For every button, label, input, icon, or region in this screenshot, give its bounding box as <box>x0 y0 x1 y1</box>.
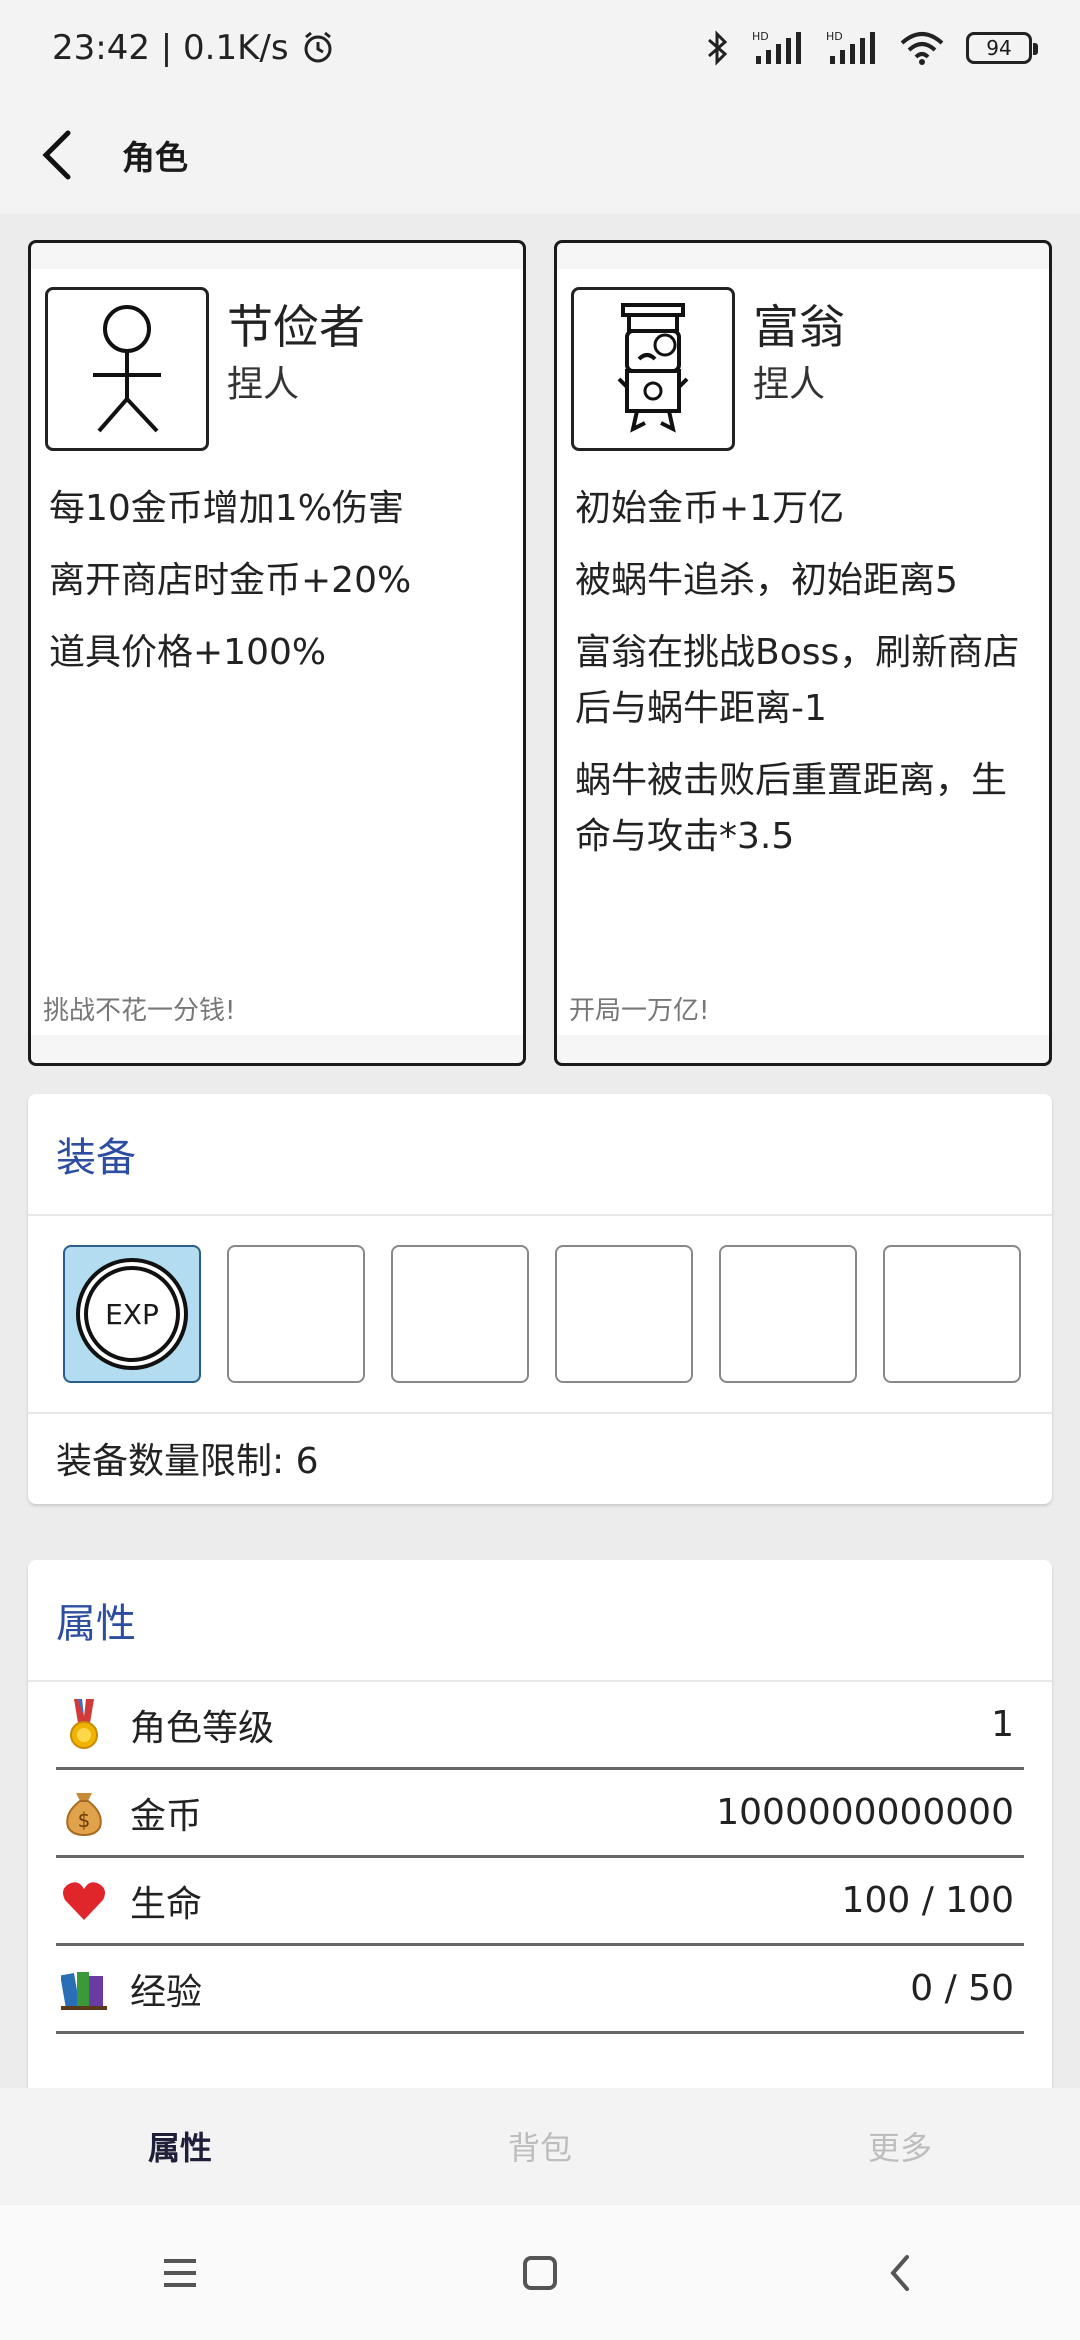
effect-line: 每10金币增加1%伤害 <box>49 488 404 529</box>
stick-figure-icon <box>45 287 209 451</box>
character-type: 捏人 <box>753 364 826 405</box>
equipment-slot[interactable] <box>883 1245 1021 1383</box>
books-icon <box>56 1961 112 2017</box>
character-card-rich[interactable]: 富翁 捏人 初始金币+1万亿 被蜗牛追杀，初始距离5 富翁在挑战Boss，刷新商… <box>554 240 1052 1066</box>
nav-back-button[interactable] <box>840 2233 960 2313</box>
app-bar: 角色 <box>0 96 1080 214</box>
status-bar: 23:42 | 0.1K/s HD HD 94 <box>0 0 1080 96</box>
square-icon <box>523 2255 557 2290</box>
character-type: 捏人 <box>227 364 300 405</box>
signal-icon-2: HD <box>826 30 878 66</box>
equipment-slot[interactable] <box>227 1245 365 1383</box>
equipment-limit: 装备数量限制: 6 <box>56 1441 319 1482</box>
exp-coin-icon: EXP <box>76 1258 188 1370</box>
character-effects: 初始金币+1万亿 被蜗牛追杀，初始距离5 富翁在挑战Boss，刷新商店后与蜗牛距… <box>575 481 1035 881</box>
attribute-label: 角色等级 <box>130 1707 275 1749</box>
character-quote: 挑战不花一分钱! <box>43 996 236 1026</box>
heart-icon <box>56 1873 112 1929</box>
svg-text:HD: HD <box>826 30 843 43</box>
effect-line: 离开商店时金币+20% <box>49 560 412 601</box>
equipment-slot[interactable] <box>391 1245 529 1383</box>
svg-text:$: $ <box>78 1808 91 1832</box>
equipment-slots: EXP <box>28 1216 1052 1414</box>
effect-line: 道具价格+100% <box>49 632 327 673</box>
equipment-title: 装备 <box>28 1094 1052 1216</box>
bottom-tab-bar: 属性 背包 更多 <box>0 2088 1080 2204</box>
battery-level: 94 <box>986 36 1012 60</box>
effect-line: 初始金币+1万亿 <box>575 488 845 529</box>
exp-label: EXP <box>105 1297 159 1331</box>
attributes-list: 角色等级 1 $ 金币 1000000000000 生命 100 / 100 经… <box>28 1682 1052 2034</box>
attribute-row-gold: $ 金币 1000000000000 <box>56 1770 1024 1858</box>
menu-button[interactable] <box>120 2233 240 2313</box>
effect-line: 蜗牛被击败后重置距离，生命与攻击*3.5 <box>575 760 1008 857</box>
character-name: 富翁 <box>753 300 845 354</box>
character-name: 节俭者 <box>227 300 365 354</box>
character-cards: 节俭者 捏人 每10金币增加1%伤害 离开商店时金币+20% 道具价格+100%… <box>28 240 1052 1066</box>
page-title: 角色 <box>122 138 188 177</box>
attributes-panel: 属性 角色等级 1 $ 金币 1000000000000 生命 100 / 10… <box>28 1560 1052 2088</box>
character-quote: 开局一万亿! <box>569 996 710 1026</box>
character-card-frugal[interactable]: 节俭者 捏人 每10金币增加1%伤害 离开商店时金币+20% 道具价格+100%… <box>28 240 526 1066</box>
alarm-icon <box>301 31 335 65</box>
back-button[interactable] <box>38 125 88 185</box>
equipment-slot[interactable] <box>719 1245 857 1383</box>
attribute-row-exp: 经验 0 / 50 <box>56 1946 1024 2034</box>
signal-icon-1: HD <box>752 30 804 66</box>
effect-line: 被蜗牛追杀，初始距离5 <box>575 560 958 601</box>
tab-attributes[interactable]: 属性 <box>0 2088 360 2204</box>
status-time: 23:42 | 0.1K/s <box>52 28 289 68</box>
attribute-value: 1 <box>991 1704 1014 1745</box>
attribute-label: 金币 <box>130 1795 203 1837</box>
equipment-panel: 装备 EXP 装备数量限制: 6 <box>28 1094 1052 1504</box>
tab-more[interactable]: 更多 <box>720 2088 1080 2204</box>
content-area[interactable]: 节俭者 捏人 每10金币增加1%伤害 离开商店时金币+20% 道具价格+100%… <box>0 214 1080 2088</box>
tab-backpack[interactable]: 背包 <box>360 2088 720 2204</box>
equipment-slot[interactable]: EXP <box>63 1245 201 1383</box>
battery-icon: 94 <box>966 32 1038 64</box>
attributes-title: 属性 <box>28 1560 1052 1682</box>
medal-icon <box>56 1697 112 1753</box>
bluetooth-icon <box>706 30 730 66</box>
attribute-label: 经验 <box>130 1971 203 2013</box>
effect-line: 富翁在挑战Boss，刷新商店后与蜗牛距离-1 <box>575 632 1020 729</box>
rich-man-icon <box>571 287 735 451</box>
attribute-value: 0 / 50 <box>910 1968 1014 2009</box>
attribute-value: 1000000000000 <box>716 1792 1014 1833</box>
equipment-slot[interactable] <box>555 1245 693 1383</box>
back-arrow-icon <box>890 2254 909 2291</box>
wifi-icon <box>900 31 944 65</box>
attribute-label: 生命 <box>130 1883 203 1925</box>
svg-text:HD: HD <box>752 30 769 43</box>
attribute-row-level: 角色等级 1 <box>56 1682 1024 1770</box>
attribute-row-health: 生命 100 / 100 <box>56 1858 1024 1946</box>
system-nav-bar <box>0 2204 1080 2340</box>
money-bag-icon: $ <box>56 1785 112 1841</box>
attribute-value: 100 / 100 <box>841 1880 1014 1921</box>
menu-icon <box>164 2258 196 2287</box>
chevron-left-icon <box>42 130 71 180</box>
home-button[interactable] <box>480 2233 600 2313</box>
character-effects: 每10金币增加1%伤害 离开商店时金币+20% 道具价格+100% <box>49 481 509 697</box>
